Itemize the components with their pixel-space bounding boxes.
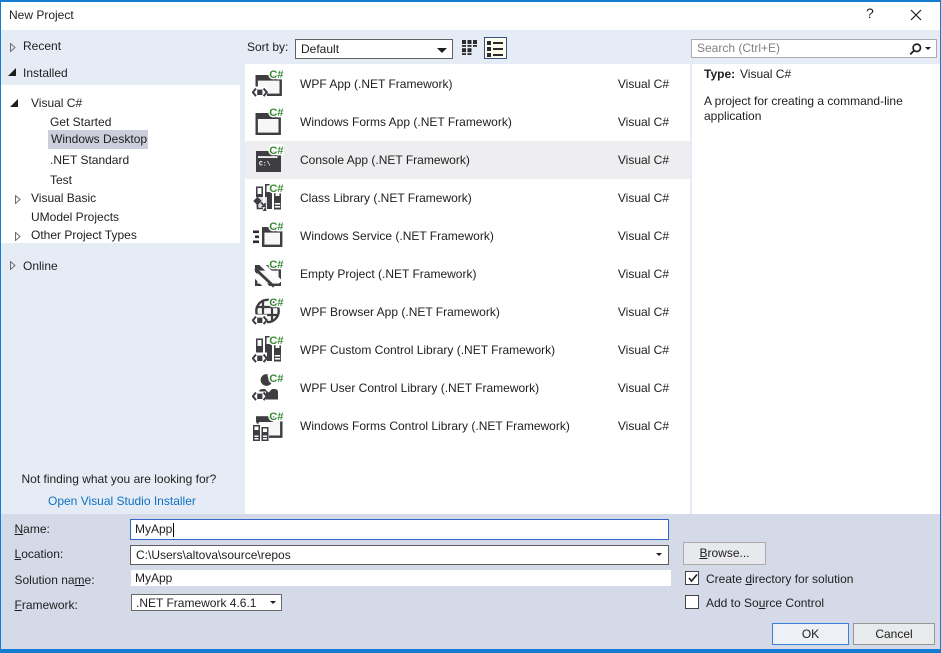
svg-text:C#: C#	[269, 221, 284, 233]
svg-text:C#: C#	[269, 259, 284, 271]
svg-text:C:\: C:\	[259, 161, 271, 168]
svg-text:C#: C#	[269, 411, 284, 423]
svg-text:C#: C#	[269, 107, 284, 119]
svg-text:C#: C#	[269, 69, 284, 81]
svg-text:C#: C#	[269, 297, 284, 309]
svg-text:C#: C#	[269, 373, 284, 385]
svg-text:C#: C#	[269, 145, 284, 157]
svg-text:C#: C#	[269, 183, 284, 195]
svg-text:C#: C#	[269, 335, 284, 347]
